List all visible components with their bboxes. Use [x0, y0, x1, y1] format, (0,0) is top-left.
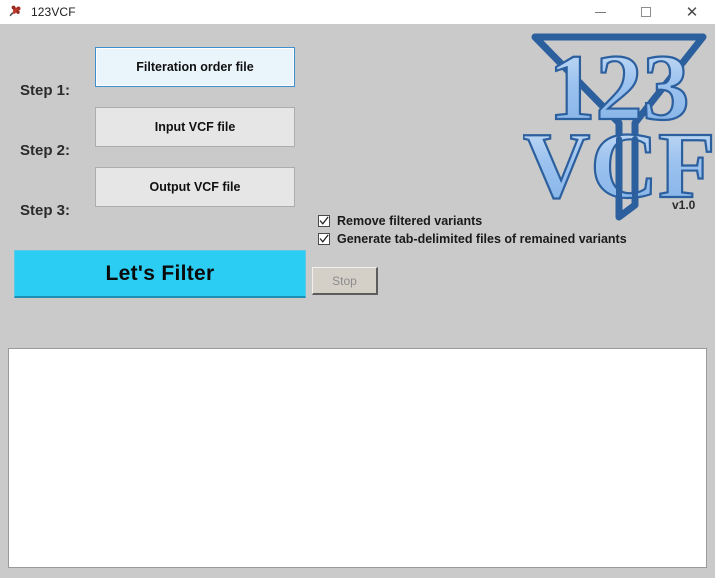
generate-tab-delimited-label: Generate tab-delimited files of remained…: [337, 232, 627, 246]
lets-filter-button[interactable]: Let's Filter: [14, 250, 306, 298]
remove-filtered-variants-label: Remove filtered variants: [337, 214, 483, 228]
app-icon: [7, 4, 23, 20]
version-label: v1.0: [672, 198, 696, 212]
checkbox-checked-icon[interactable]: [318, 215, 330, 227]
minimize-button[interactable]: [577, 0, 623, 24]
application-window: 123VCF ✕ Step 1: Step 2: Step 3: Filtera…: [0, 0, 715, 578]
generate-tab-delimited-checkbox-row[interactable]: Generate tab-delimited files of remained…: [318, 232, 627, 246]
step-2-label: Step 2:: [20, 142, 71, 159]
step-1-label: Step 1:: [20, 82, 71, 99]
stop-button[interactable]: Stop: [312, 267, 378, 295]
filteration-order-file-button[interactable]: Filteration order file: [95, 47, 295, 87]
minimize-icon: [594, 11, 606, 13]
output-log-panel[interactable]: [8, 348, 707, 568]
maximize-icon: [641, 7, 651, 17]
title-bar: 123VCF ✕: [0, 0, 715, 24]
close-icon: ✕: [685, 3, 699, 21]
window-title: 123VCF: [31, 5, 76, 19]
close-button[interactable]: ✕: [669, 0, 715, 24]
output-log-text: [9, 349, 706, 357]
input-vcf-file-button[interactable]: Input VCF file: [95, 107, 295, 147]
output-vcf-file-button[interactable]: Output VCF file: [95, 167, 295, 207]
remove-filtered-variants-checkbox-row[interactable]: Remove filtered variants: [318, 214, 482, 228]
client-area: Step 1: Step 2: Step 3: Filteration orde…: [0, 24, 715, 578]
app-logo: 123 VCF: [523, 27, 715, 222]
maximize-button[interactable]: [623, 0, 669, 24]
step-3-label: Step 3:: [20, 202, 71, 219]
checkbox-checked-icon[interactable]: [318, 233, 330, 245]
